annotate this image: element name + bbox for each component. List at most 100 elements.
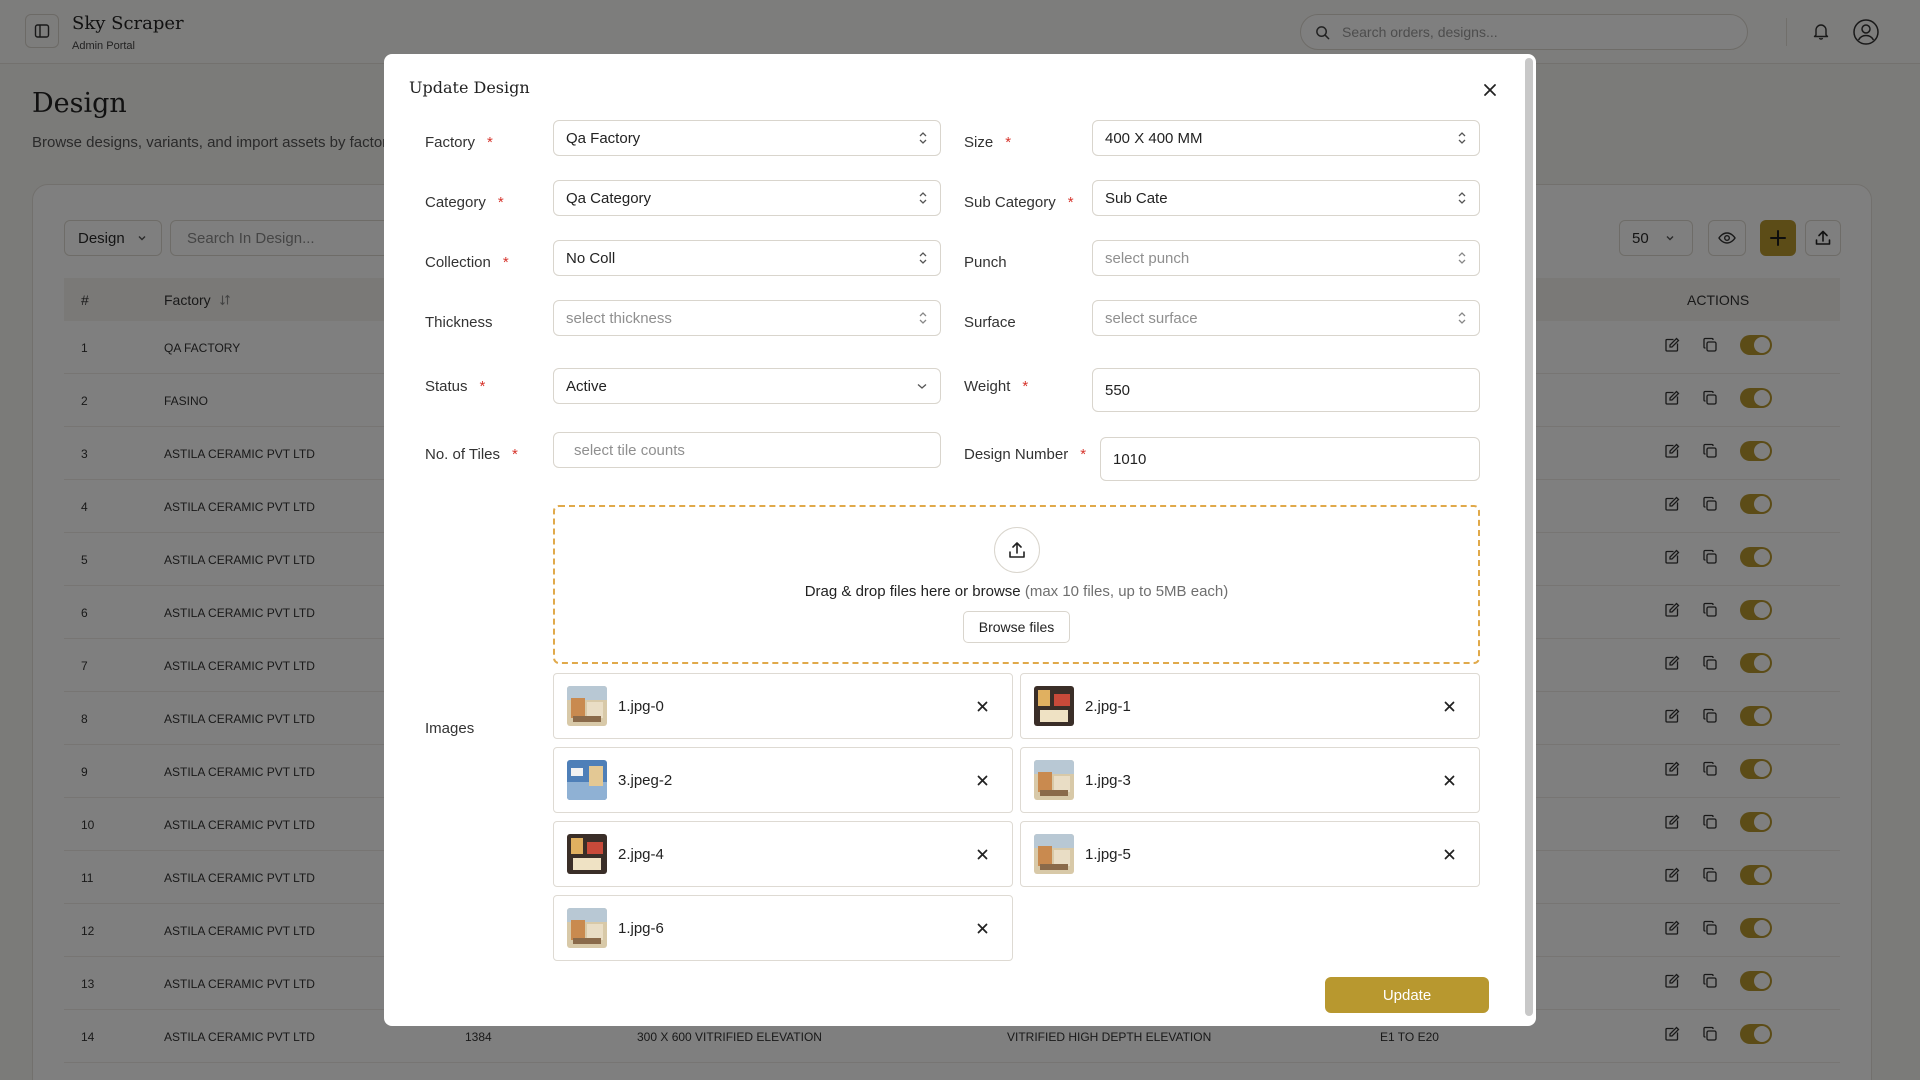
category-select-value: Qa Category — [566, 189, 652, 207]
close-icon — [977, 923, 987, 933]
uploaded-file-item: 2.jpg-4 — [553, 821, 1013, 887]
uploaded-file-item: 2.jpg-1 — [1020, 673, 1480, 739]
update-design-modal: Update Design Factory * Qa Factory Size * … — [384, 54, 1536, 1026]
required-mark: * — [502, 254, 509, 271]
image-thumbnail — [567, 834, 607, 874]
remove-file-button[interactable] — [1431, 762, 1467, 798]
status-label-text: Status — [425, 378, 468, 395]
close-icon — [1444, 775, 1454, 785]
punch-select-placeholder: select punch — [1105, 249, 1190, 267]
image-thumbnail — [567, 908, 607, 948]
close-icon — [1484, 84, 1496, 96]
chevron-up-down-icon — [919, 192, 927, 204]
sub-category-select-value: Sub Cate — [1105, 189, 1168, 207]
dropzone-main-text: Drag & drop files here or browse — [804, 583, 1021, 600]
chevron-down-icon — [917, 384, 927, 389]
image-thumbnail — [567, 686, 607, 726]
surface-select[interactable]: select surface — [1092, 300, 1480, 336]
required-mark: * — [1022, 378, 1029, 395]
factory-select-value: Qa Factory — [566, 129, 641, 147]
collection-select-value: No Coll — [566, 249, 616, 267]
images-label: Images — [425, 720, 475, 737]
file-name: 1.jpg-6 — [618, 919, 664, 937]
sub-category-label: Sub Category * — [964, 194, 1074, 211]
file-name: 1.jpg-3 — [1085, 771, 1131, 789]
required-mark: * — [1005, 134, 1012, 151]
factory-label: Factory * — [425, 134, 493, 151]
required-mark: * — [1067, 194, 1074, 211]
file-name: 2.jpg-4 — [618, 845, 664, 863]
uploaded-file-item: 3.jpeg-2 — [553, 747, 1013, 813]
required-mark: * — [497, 194, 504, 211]
upload-icon — [994, 527, 1040, 573]
size-select-value: 400 X 400 MM — [1105, 129, 1203, 147]
status-select-value: Active — [566, 377, 607, 395]
dropzone-text: Drag & drop files here or browse (max 10… — [555, 583, 1478, 600]
design-number-input[interactable]: 1010 — [1100, 437, 1480, 481]
sub-category-label-text: Sub Category — [964, 194, 1056, 211]
browse-files-button[interactable]: Browse files — [963, 611, 1070, 643]
tiles-label-text: No. of Tiles — [425, 446, 501, 463]
chevron-up-down-icon — [919, 132, 927, 144]
close-icon — [1444, 849, 1454, 859]
design-number-label: Design Number * — [964, 446, 1086, 463]
tiles-select-placeholder: select tile counts — [574, 441, 685, 459]
remove-file-button[interactable] — [964, 910, 1000, 946]
collection-label: Collection * — [425, 254, 509, 271]
remove-file-button[interactable] — [964, 762, 1000, 798]
category-label: Category * — [425, 194, 504, 211]
tiles-select[interactable]: select tile counts — [553, 432, 941, 468]
category-label-text: Category — [425, 194, 486, 211]
collection-select[interactable]: No Coll — [553, 240, 941, 276]
thickness-select-placeholder: select thickness — [566, 309, 672, 327]
uploaded-file-item: 1.jpg-5 — [1020, 821, 1480, 887]
weight-label-text: Weight — [964, 378, 1011, 395]
size-label: Size * — [964, 134, 1011, 151]
image-thumbnail — [1034, 834, 1074, 874]
tiles-label: No. of Tiles * — [425, 446, 518, 463]
image-thumbnail — [1034, 760, 1074, 800]
collection-label-text: Collection — [425, 254, 491, 271]
remove-file-button[interactable] — [1431, 836, 1467, 872]
sub-category-select[interactable]: Sub Cate — [1092, 180, 1480, 216]
factory-select[interactable]: Qa Factory — [553, 120, 941, 156]
status-label: Status * — [425, 378, 485, 395]
chevron-up-down-icon — [1458, 132, 1466, 144]
remove-file-button[interactable] — [964, 688, 1000, 724]
required-mark: * — [1080, 446, 1087, 463]
close-icon — [1444, 701, 1454, 711]
chevron-up-down-icon — [919, 252, 927, 264]
thickness-select[interactable]: select thickness — [553, 300, 941, 336]
close-button[interactable] — [1478, 78, 1502, 102]
image-thumbnail — [1034, 686, 1074, 726]
close-icon — [977, 775, 987, 785]
factory-label-text: Factory — [425, 134, 476, 151]
close-icon — [977, 849, 987, 859]
category-select[interactable]: Qa Category — [553, 180, 941, 216]
remove-file-button[interactable] — [1431, 688, 1467, 724]
size-select[interactable]: 400 X 400 MM — [1092, 120, 1480, 156]
required-mark: * — [479, 378, 486, 395]
uploaded-file-item: 1.jpg-6 — [553, 895, 1013, 961]
chevron-up-down-icon — [1458, 252, 1466, 264]
weight-label: Weight * — [964, 378, 1028, 395]
surface-select-placeholder: select surface — [1105, 309, 1198, 327]
file-name: 3.jpeg-2 — [618, 771, 673, 789]
weight-input[interactable]: 550 — [1092, 368, 1480, 412]
required-mark: * — [487, 134, 493, 151]
chevron-up-down-icon — [1458, 312, 1466, 324]
punch-select[interactable]: select punch — [1092, 240, 1480, 276]
modal-scrollbar[interactable] — [1525, 58, 1533, 1016]
modal-title: Update Design — [409, 78, 530, 97]
file-dropzone[interactable]: Drag & drop files here or browse (max 10… — [553, 505, 1480, 664]
update-button[interactable]: Update — [1325, 977, 1489, 1013]
surface-label: Surface — [964, 314, 1016, 331]
remove-file-button[interactable] — [964, 836, 1000, 872]
file-name: 1.jpg-0 — [618, 697, 664, 715]
file-name: 2.jpg-1 — [1085, 697, 1131, 715]
chevron-up-down-icon — [919, 312, 927, 324]
chevron-up-down-icon — [1458, 192, 1466, 204]
image-thumbnail — [567, 760, 607, 800]
status-select[interactable]: Active — [553, 368, 941, 404]
uploaded-file-item: 1.jpg-3 — [1020, 747, 1480, 813]
